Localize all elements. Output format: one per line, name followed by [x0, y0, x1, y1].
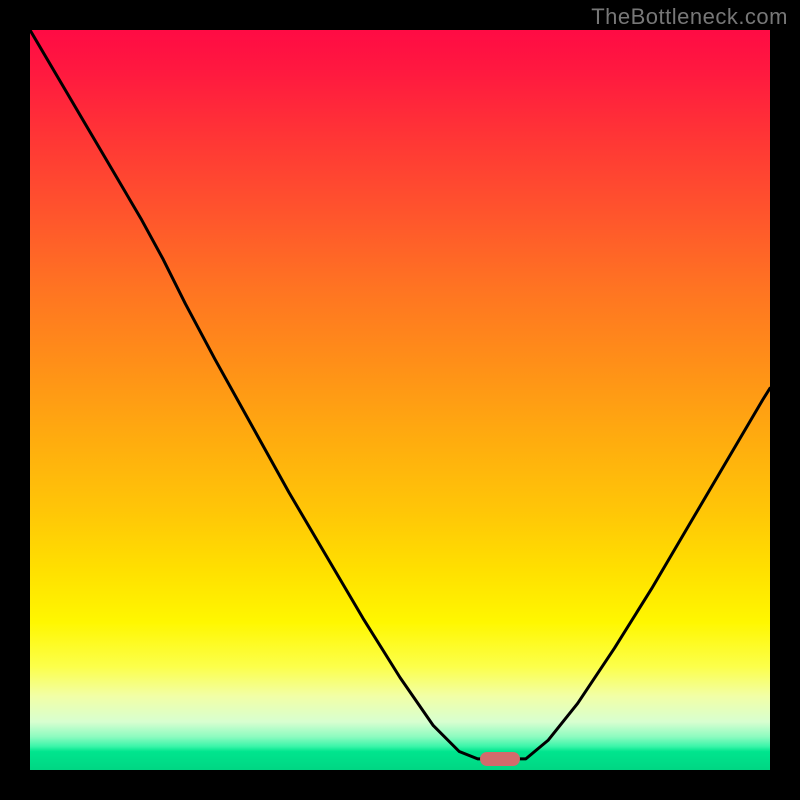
bottleneck-curve: [30, 30, 770, 770]
optimal-point-marker: [480, 752, 520, 766]
curve-path: [30, 30, 770, 759]
plot-area: [30, 30, 770, 770]
chart-frame: TheBottleneck.com: [0, 0, 800, 800]
watermark-label: TheBottleneck.com: [591, 4, 788, 30]
